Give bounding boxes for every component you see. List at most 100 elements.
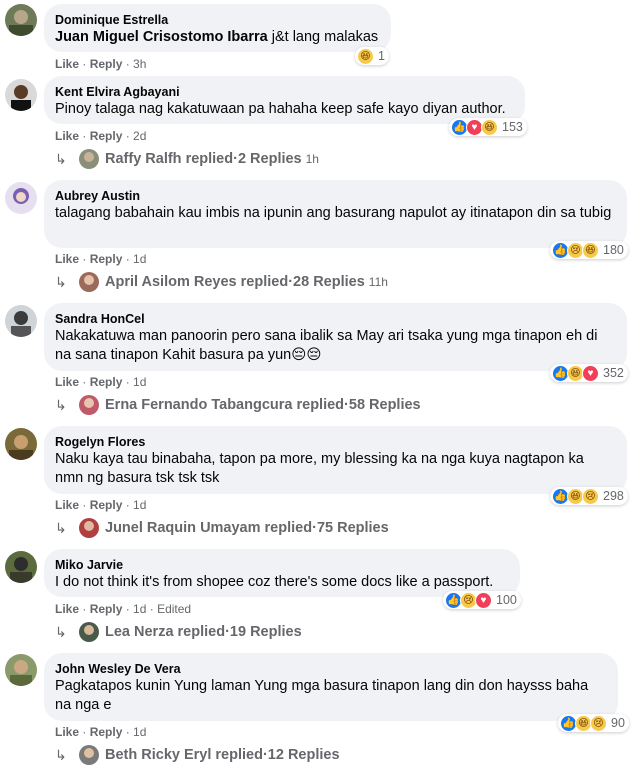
- edited-label[interactable]: Edited: [157, 602, 191, 616]
- replier-avatar: [79, 149, 99, 169]
- comment-text: I do not think it's from shopee coz ther…: [55, 574, 494, 590]
- reply-link[interactable]: Reply: [90, 602, 123, 616]
- comment-actions: Like · Reply · 3h: [55, 57, 146, 71]
- comment-time[interactable]: 1d: [133, 725, 146, 739]
- avatar[interactable]: [5, 428, 37, 460]
- separator: ·: [122, 375, 134, 389]
- reply-link[interactable]: Reply: [90, 129, 123, 143]
- separator: ·: [122, 725, 134, 739]
- separator: ·: [122, 129, 134, 143]
- comment-author[interactable]: John Wesley De Vera: [55, 661, 606, 677]
- comment-time[interactable]: 3h: [133, 57, 146, 71]
- comment-bubble: Dominique Estrella Juan Miguel Crisostom…: [44, 4, 391, 52]
- haha-reaction-icon: 😆: [582, 241, 599, 259]
- comment-time[interactable]: 1d: [133, 252, 146, 266]
- view-replies[interactable]: ↳ Junel Raquin Umayam replied · 75 Repli…: [55, 516, 389, 540]
- separator: ·: [79, 498, 90, 512]
- replier-avatar: [79, 745, 99, 765]
- comment-author[interactable]: Aubrey Austin: [55, 188, 615, 204]
- reaction-summary[interactable]: 👍 😆 😢 90: [558, 714, 629, 732]
- reply-arrow-icon: ↳: [55, 746, 67, 763]
- separator: ·: [79, 252, 90, 266]
- comment-time[interactable]: 2d: [133, 129, 146, 143]
- reply-arrow-icon: ↳: [55, 519, 67, 536]
- reply-arrow-icon: ↳: [55, 150, 67, 167]
- comment-actions: Like · Reply · 1d: [55, 725, 146, 739]
- comment-actions: Like · Reply · 1d: [55, 498, 146, 512]
- comment-author[interactable]: Rogelyn Flores: [55, 434, 615, 450]
- like-link[interactable]: Like: [55, 602, 79, 616]
- reply-link[interactable]: Reply: [90, 252, 123, 266]
- separator: ·: [122, 57, 134, 71]
- like-link[interactable]: Like: [55, 129, 79, 143]
- separator: ·: [122, 252, 134, 266]
- heart-reaction-icon: ♥: [475, 591, 492, 609]
- avatar[interactable]: [5, 305, 37, 337]
- avatar[interactable]: [5, 182, 37, 214]
- comment-author[interactable]: Kent Elvira Agbayani: [55, 84, 513, 100]
- comment-text: talagang babahain kau imbis na ipunin an…: [55, 205, 612, 221]
- comment-time[interactable]: 1d: [133, 375, 146, 389]
- separator: ·: [79, 602, 90, 616]
- reaction-summary[interactable]: 👍 😆 ♥ 352: [550, 364, 628, 382]
- reply-link[interactable]: Reply: [90, 725, 123, 739]
- comment-author[interactable]: Sandra HonCel: [55, 311, 615, 327]
- replies-count: 2 Replies: [237, 151, 302, 167]
- comment-text: Pagkatapos kunin Yung laman Yung mga bas…: [55, 678, 589, 713]
- comment-bubble: John Wesley De Vera Pagkatapos kunin Yun…: [44, 653, 618, 721]
- comment-actions: Like · Reply · 1d: [55, 375, 146, 389]
- reaction-count: 298: [603, 489, 624, 503]
- like-link[interactable]: Like: [55, 375, 79, 389]
- comment-bubble: Miko Jarvie I do not think it's from sho…: [44, 549, 520, 597]
- view-replies[interactable]: ↳ Raffy Ralfh replied · 2 Replies 1h: [55, 147, 319, 171]
- view-replies[interactable]: ↳ Erna Fernando Tabangcura replied · 58 …: [55, 393, 421, 417]
- replies-count: 19 Replies: [229, 624, 302, 640]
- like-link[interactable]: Like: [55, 57, 79, 71]
- comment-author[interactable]: Miko Jarvie: [55, 557, 508, 573]
- like-link[interactable]: Like: [55, 725, 79, 739]
- avatar[interactable]: [5, 4, 37, 36]
- comment-actions: Like · Reply · 1d: [55, 252, 146, 266]
- replier-avatar: [79, 272, 99, 292]
- reaction-count: 90: [611, 716, 625, 730]
- mention-tag[interactable]: Juan Miguel Crisostomo Ibarra: [55, 29, 268, 45]
- avatar[interactable]: [5, 551, 37, 583]
- comment-bubble: Kent Elvira Agbayani Pinoy talaga nag ka…: [44, 76, 525, 124]
- separator: ·: [79, 725, 90, 739]
- reaction-summary[interactable]: 👍 😆 😢 298: [550, 487, 628, 505]
- reaction-summary[interactable]: 👍 😢 😆 180: [550, 241, 628, 259]
- comment-text: Nakakatuwa man panoorin pero sana ibalik…: [55, 328, 598, 363]
- separator: ·: [79, 129, 90, 143]
- comment-author[interactable]: Dominique Estrella: [55, 12, 379, 28]
- comment-time[interactable]: 1d: [133, 498, 146, 512]
- replies-author: Erna Fernando Tabangcura replied: [105, 397, 345, 413]
- reply-link[interactable]: Reply: [90, 498, 123, 512]
- comment-body: j&t lang malakas: [267, 29, 379, 45]
- replies-author: Beth Ricky Eryl replied: [105, 747, 263, 763]
- reaction-summary[interactable]: 👍 😢 ♥ 100: [443, 591, 521, 609]
- heart-reaction-icon: ♥: [582, 364, 599, 382]
- haha-reaction-icon: 😆: [481, 118, 498, 136]
- comment-text: Naku kaya tau binabaha, tapon pa more, m…: [55, 451, 584, 486]
- like-link[interactable]: Like: [55, 498, 79, 512]
- view-replies[interactable]: ↳ Lea Nerza replied · 19 Replies: [55, 620, 302, 644]
- reaction-summary[interactable]: 😆 1: [355, 47, 389, 65]
- replies-time: 1h: [305, 152, 319, 166]
- reaction-count: 153: [502, 120, 523, 134]
- reply-arrow-icon: ↳: [55, 623, 67, 640]
- comment-time[interactable]: 1d: [133, 602, 146, 616]
- sad-reaction-icon: 😢: [590, 714, 607, 732]
- avatar[interactable]: [5, 79, 37, 111]
- view-replies[interactable]: ↳ April Asilom Reyes replied · 28 Replie…: [55, 270, 388, 294]
- like-link[interactable]: Like: [55, 252, 79, 266]
- avatar[interactable]: [5, 654, 37, 686]
- comment-text: Juan Miguel Crisostomo Ibarra j&t lang m…: [55, 28, 379, 47]
- replies-count: 58 Replies: [348, 397, 421, 413]
- view-replies[interactable]: ↳ Beth Ricky Eryl replied · 12 Replies: [55, 743, 340, 767]
- reply-link[interactable]: Reply: [90, 57, 123, 71]
- reply-arrow-icon: ↳: [55, 396, 67, 413]
- reaction-summary[interactable]: 👍 ♥ 😆 153: [449, 118, 527, 136]
- replies-count: 12 Replies: [267, 747, 340, 763]
- reaction-count: 352: [603, 366, 624, 380]
- reply-link[interactable]: Reply: [90, 375, 123, 389]
